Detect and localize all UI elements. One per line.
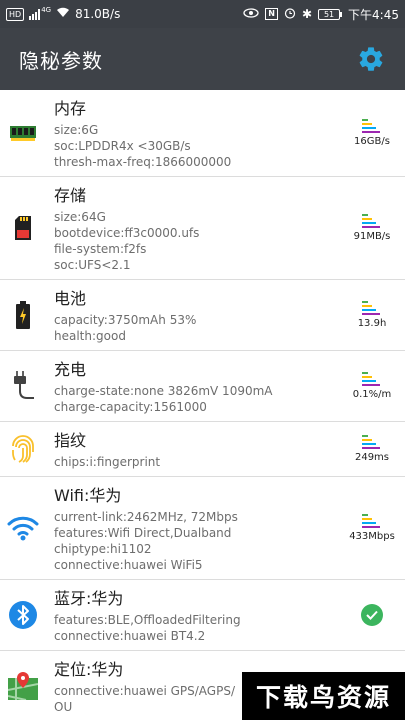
item-title: 指纹 [54, 431, 87, 450]
item-detail: health:good [54, 329, 126, 343]
status [345, 580, 405, 650]
item-detail: soc:UFS<2.1 [54, 258, 131, 272]
item-detail: chiptype:hi1102 [54, 542, 152, 556]
item-detail: features:Wifi Direct,Dualband [54, 526, 232, 540]
charger-plug-icon [14, 371, 34, 399]
sd-card-icon [15, 216, 31, 240]
ram-icon [10, 126, 36, 141]
wifi-status-icon [56, 7, 70, 21]
eye-icon [243, 7, 259, 21]
metric: 91MB/s [345, 177, 405, 279]
list-item-bluetooth[interactable]: 蓝牙:华为 features:BLE,OffloadedFiltering co… [0, 580, 405, 651]
parameter-list[interactable]: 内存 size:6G soc:LPDDR4x <30GB/s thresh-ma… [0, 90, 405, 720]
watermark: 下载鸟资源 [242, 672, 405, 720]
metric: 249ms [345, 422, 405, 476]
item-title: 存储 [54, 186, 87, 205]
nfc-icon: N [265, 8, 278, 20]
item-detail: charge-state:none 3826mV 1090mA [54, 384, 273, 398]
item-title: 蓝牙:华为 [54, 589, 124, 608]
item-detail: size:64G [54, 210, 106, 224]
item-detail: thresh-max-freq:1866000000 [54, 155, 232, 169]
metric: 13.9h [345, 280, 405, 350]
hd-badge: HD [6, 7, 25, 21]
metric: 0.1%/m [345, 351, 405, 421]
score-bars-icon [362, 119, 382, 133]
item-detail: file-system:f2fs [54, 242, 147, 256]
list-item-charging[interactable]: 充电 charge-state:none 3826mV 1090mA charg… [0, 351, 405, 422]
item-detail: bootdevice:ff3c0000.ufs [54, 226, 200, 240]
metric: 433Mbps [345, 477, 405, 579]
score-bars-icon [362, 514, 382, 528]
gear-icon [359, 47, 383, 71]
item-detail: charge-capacity:1561000 [54, 400, 207, 414]
bluetooth-icon [9, 601, 37, 629]
score-bars-icon [362, 372, 382, 386]
item-detail: connective:huawei BT4.2 [54, 629, 206, 643]
settings-button[interactable] [356, 44, 386, 74]
metric-value: 433Mbps [349, 531, 395, 542]
network-type: 4G [41, 6, 52, 14]
battery-status-icon: 51 [318, 8, 343, 20]
metric-value: 249ms [354, 452, 390, 463]
bluetooth-status-icon: ✱ [301, 7, 313, 21]
wifi-icon [7, 516, 39, 541]
list-item-fingerprint[interactable]: 指纹 chips:i:fingerprint 249ms [0, 422, 405, 477]
item-detail: features:BLE,OffloadedFiltering [54, 613, 241, 627]
item-title: Wifi:华为 [54, 486, 122, 505]
clock: 下午4:45 [348, 7, 399, 22]
page-title: 隐秘参数 [19, 48, 103, 73]
network-speed: 81.0B/s [75, 7, 121, 21]
score-bars-icon [362, 301, 382, 315]
item-detail: chips:i:fingerprint [54, 455, 161, 469]
metric-value: 16GB/s [354, 136, 390, 147]
item-title: 电池 [54, 289, 87, 308]
item-title: 内存 [54, 99, 87, 118]
item-detail: soc:LPDDR4x <30GB/s [54, 139, 191, 153]
score-bars-icon [362, 214, 382, 228]
alarm-icon [284, 7, 296, 22]
battery-icon [16, 301, 30, 329]
fingerprint-icon [12, 435, 34, 463]
item-detail: capacity:3750mAh 53% [54, 313, 197, 327]
app-bar: 隐秘参数 [0, 28, 405, 90]
item-detail: current-link:2462MHz, 72Mbps [54, 510, 238, 524]
map-location-icon [8, 672, 38, 700]
list-item-storage[interactable]: 存储 size:64G bootdevice:ff3c0000.ufs file… [0, 177, 405, 280]
list-item-wifi[interactable]: Wifi:华为 current-link:2462MHz, 72Mbps fea… [0, 477, 405, 580]
list-item-battery[interactable]: 电池 capacity:3750mAh 53% health:good 13.9… [0, 280, 405, 351]
status-bar: HD 4G 81.0B/s N ✱ 51 下午4:45 [0, 0, 405, 28]
item-detail: size:6G [54, 123, 99, 137]
score-bars-icon [362, 435, 382, 449]
item-detail: connective:huawei WiFi5 [54, 558, 203, 572]
item-title: 充电 [54, 360, 87, 379]
list-item-memory[interactable]: 内存 size:6G soc:LPDDR4x <30GB/s thresh-ma… [0, 90, 405, 177]
check-icon [361, 604, 383, 626]
metric-value: 0.1%/m [352, 389, 392, 400]
metric-value: 13.9h [357, 318, 387, 329]
signal-icon [29, 8, 41, 20]
metric-value: 91MB/s [353, 231, 391, 242]
metric: 16GB/s [345, 90, 405, 176]
